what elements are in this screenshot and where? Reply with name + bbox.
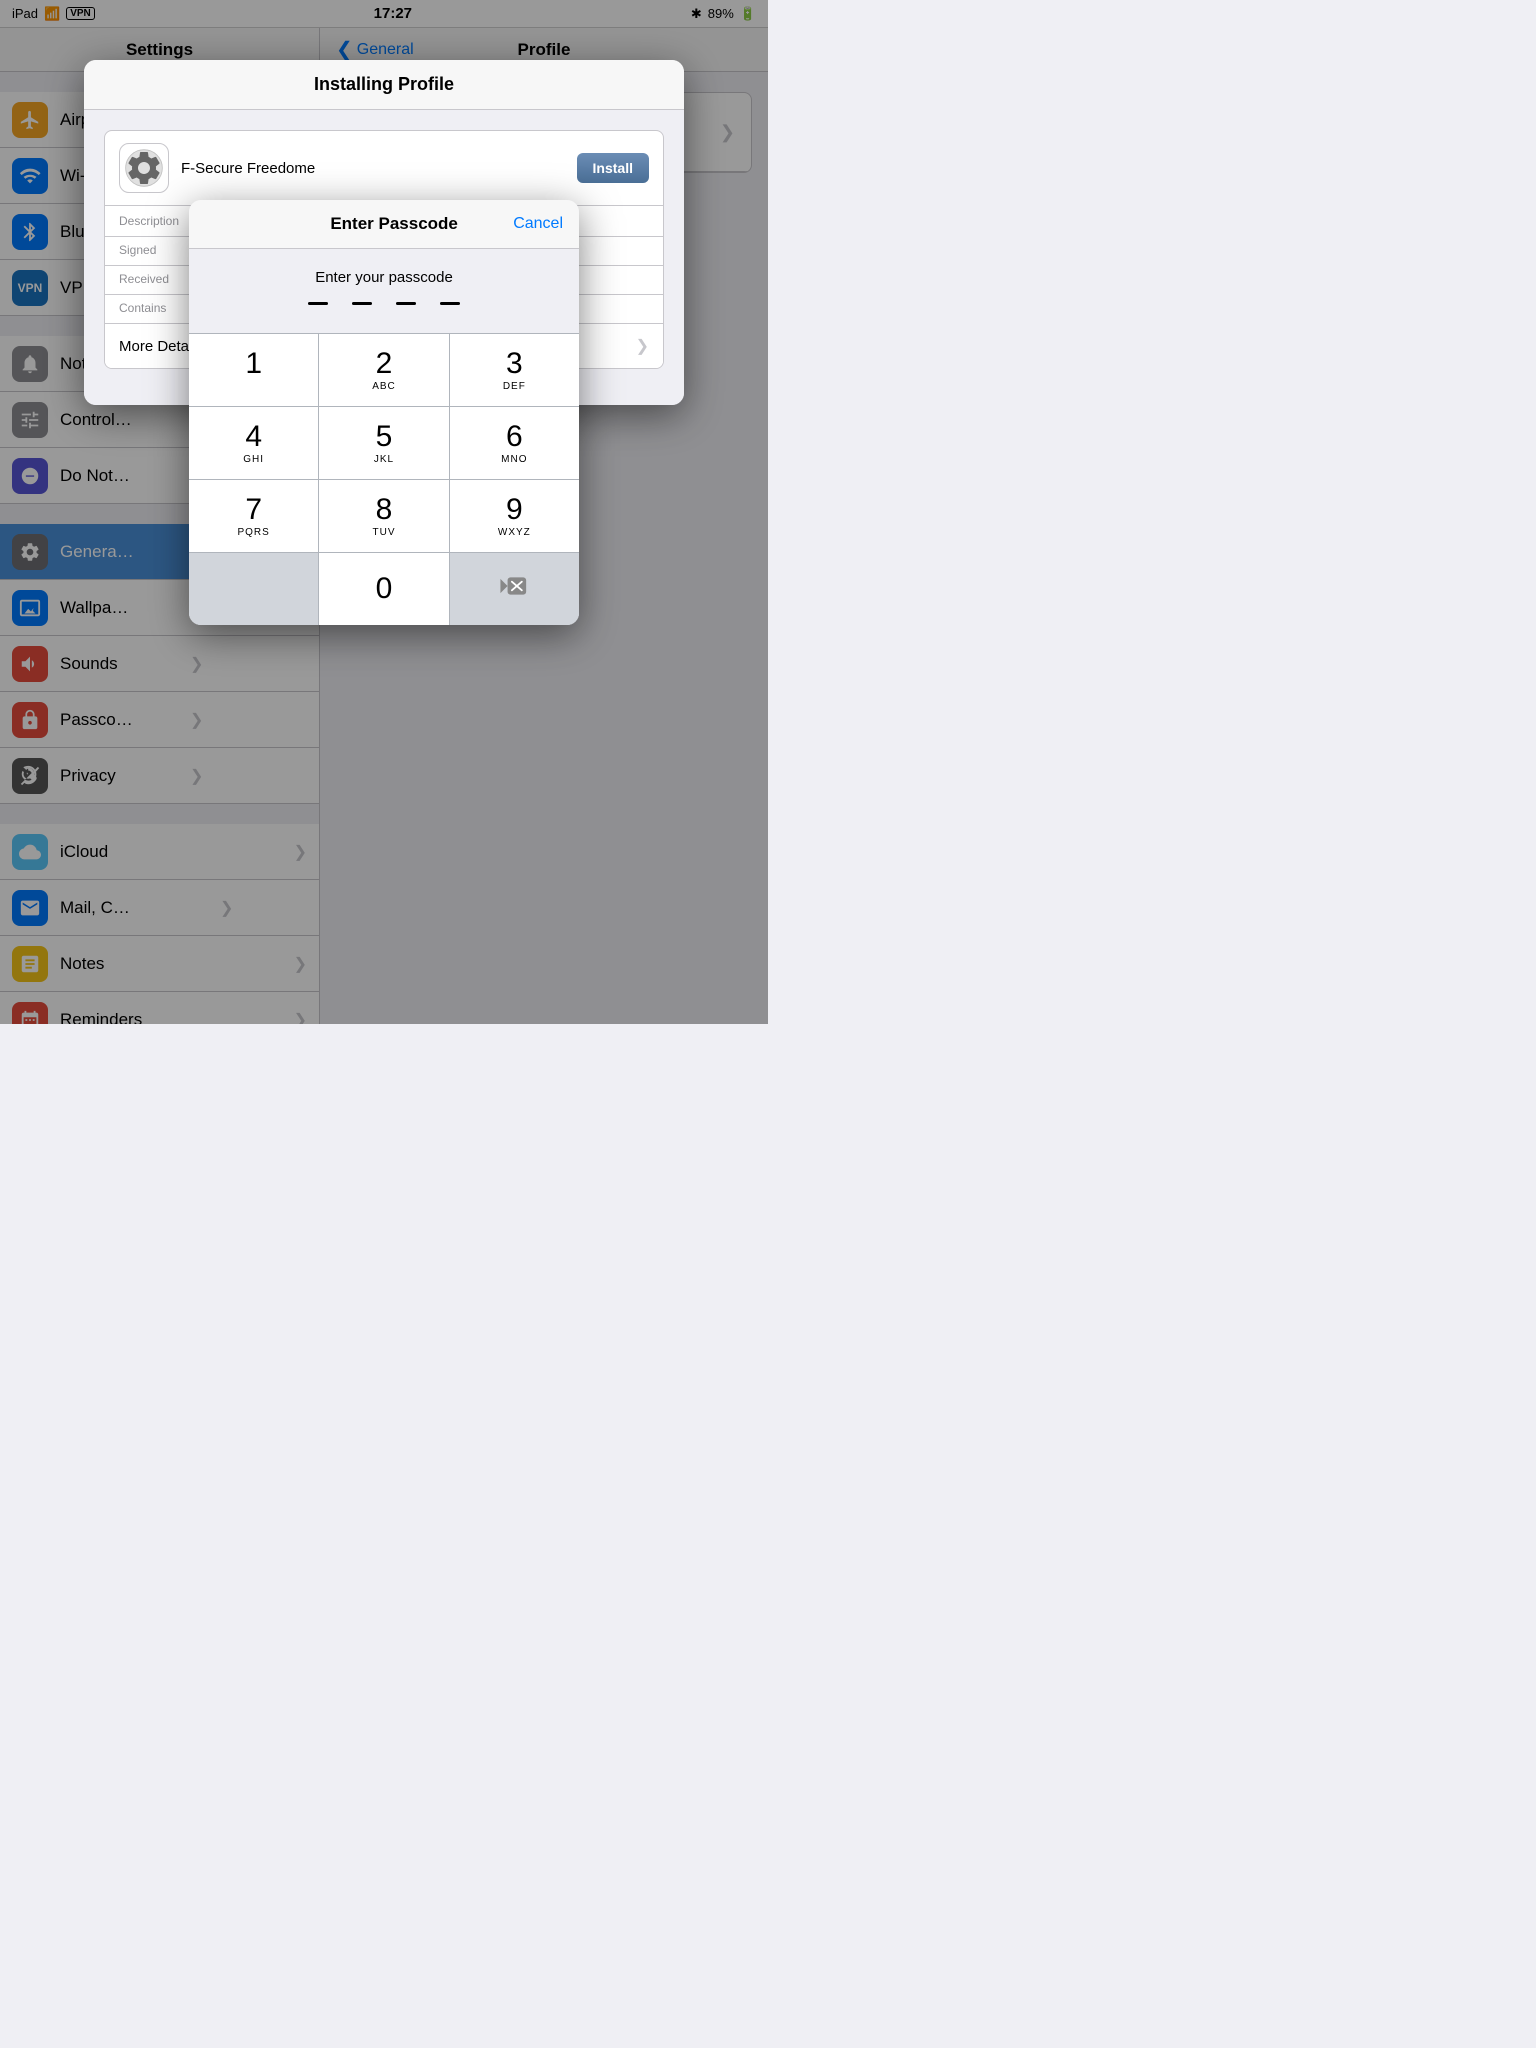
- numpad-letters-3: DEF: [503, 381, 526, 392]
- numpad-row-2: 4 GHI 5 JKL 6 MNO: [189, 406, 579, 479]
- passcode-title: Enter Passcode: [275, 214, 513, 234]
- numpad-letters-4: GHI: [243, 454, 264, 465]
- numpad-key-1[interactable]: 1: [189, 334, 319, 406]
- numpad-key-5[interactable]: 5 JKL: [319, 407, 449, 479]
- numpad-key-4[interactable]: 4 GHI: [189, 407, 319, 479]
- numpad-letters-8: TUV: [372, 527, 395, 538]
- numpad-num-0: 0: [376, 574, 393, 604]
- numpad-letters-7: PQRS: [237, 527, 269, 538]
- numpad-letters-6: MNO: [501, 454, 527, 465]
- passcode-cancel-button[interactable]: Cancel: [513, 215, 563, 233]
- numpad-num-9: 9: [506, 495, 523, 525]
- numpad-letters-9: WXYZ: [498, 527, 531, 538]
- numpad-num-4: 4: [245, 422, 262, 452]
- numpad-delete-key[interactable]: [450, 553, 579, 625]
- numpad-num-1: 1: [245, 349, 262, 379]
- numpad-key-3[interactable]: 3 DEF: [450, 334, 579, 406]
- passcode-dot-3: [396, 302, 416, 305]
- numpad-key-6[interactable]: 6 MNO: [450, 407, 579, 479]
- passcode-dots: [209, 302, 559, 305]
- passcode-dot-2: [352, 302, 372, 305]
- numpad-letters-2: ABC: [372, 381, 396, 392]
- numpad-key-9[interactable]: 9 WXYZ: [450, 480, 579, 552]
- numpad-num-5: 5: [376, 422, 393, 452]
- numpad-row-3: 7 PQRS 8 TUV 9 WXYZ: [189, 479, 579, 552]
- numpad-num-2: 2: [376, 349, 393, 379]
- numpad-key-0[interactable]: 0: [319, 553, 449, 625]
- numpad-key-empty: [189, 553, 319, 625]
- passcode-overlay: Enter Passcode Cancel Enter your passcod…: [0, 0, 768, 1024]
- numpad-key-8[interactable]: 8 TUV: [319, 480, 449, 552]
- passcode-prompt: Enter your passcode: [209, 269, 559, 286]
- passcode-dot-1: [308, 302, 328, 305]
- backspace-icon: [500, 576, 528, 596]
- passcode-entry-area: Enter your passcode: [189, 249, 579, 333]
- numpad-row-1: 1 2 ABC 3 DEF: [189, 333, 579, 406]
- passcode-dot-4: [440, 302, 460, 305]
- delete-icon: [500, 576, 528, 602]
- passcode-header: Enter Passcode Cancel: [189, 200, 579, 249]
- passcode-dialog: Enter Passcode Cancel Enter your passcod…: [189, 200, 579, 625]
- numpad-letters-1: [252, 381, 256, 392]
- numpad-num-7: 7: [245, 495, 262, 525]
- numpad-row-4: 0: [189, 552, 579, 625]
- numpad: 1 2 ABC 3 DEF 4 GHI 5: [189, 333, 579, 625]
- numpad-num-8: 8: [376, 495, 393, 525]
- numpad-num-3: 3: [506, 349, 523, 379]
- numpad-key-7[interactable]: 7 PQRS: [189, 480, 319, 552]
- numpad-letters-5: JKL: [374, 454, 394, 465]
- numpad-num-6: 6: [506, 422, 523, 452]
- numpad-key-2[interactable]: 2 ABC: [319, 334, 449, 406]
